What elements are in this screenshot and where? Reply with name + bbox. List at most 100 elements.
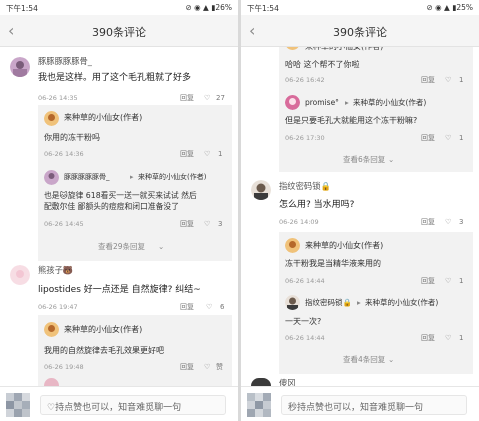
- reply-button[interactable]: 回复: [180, 303, 194, 311]
- reply-button[interactable]: 回复: [180, 150, 194, 158]
- like-count: 3: [218, 220, 223, 228]
- reply-time: 06-26 16:42: [285, 76, 325, 84]
- chevron-down-icon[interactable]: ⌄: [158, 242, 164, 251]
- comment-input-bar: 秒持点赞也可以，知音难觅聊一句: [241, 386, 479, 421]
- reply-text: 你用的冻干粉吗: [44, 133, 100, 142]
- reply-to-name[interactable]: 来种草的小仙女(作者): [353, 98, 426, 107]
- reply-text: 我用的自然旋律去毛孔效果更好吧: [44, 346, 164, 355]
- reply-author[interactable]: 来种草的小仙女(作者): [305, 241, 383, 251]
- reply-text: 配敷尔佳 鄙额头的痘痘和闭口准备没了: [44, 202, 180, 211]
- avatar[interactable]: [285, 238, 300, 253]
- avatar[interactable]: [285, 295, 300, 310]
- like-icon[interactable]: ♡: [204, 363, 210, 371]
- like-icon[interactable]: ♡: [206, 303, 212, 311]
- reply-button[interactable]: 回复: [421, 134, 435, 142]
- status-icons: ⊘ ◉ ▲ ▮26%: [185, 3, 232, 12]
- reply-author[interactable]: 指纹密码锁🔒: [305, 298, 352, 307]
- reply-button[interactable]: 回复: [180, 94, 194, 102]
- page-title: 390条评论: [333, 26, 387, 39]
- like-count: 1: [459, 334, 464, 342]
- status-time: 下午1:54: [6, 4, 38, 13]
- reply-time: 06-26 14:36: [44, 150, 84, 158]
- comment-time: 06-26 14:09: [279, 218, 319, 226]
- like-count: 1: [459, 76, 464, 84]
- page-title: 390条评论: [92, 26, 146, 39]
- right-comment-screen: 来种草的小仙女(作者) 哈哈 这个帮不了你啦 06-26 16:42 回复 ♡ …: [241, 0, 479, 421]
- reply-time: 06-26 19:48: [44, 363, 84, 371]
- like-icon[interactable]: ♡: [445, 76, 451, 84]
- reply-button[interactable]: 回复: [180, 220, 194, 228]
- comment-text: 怎么用? 当水用吗?: [279, 200, 355, 210]
- like-icon[interactable]: ♡: [445, 277, 451, 285]
- like-icon[interactable]: ♡: [204, 94, 210, 102]
- like-icon[interactable]: ♡: [445, 134, 451, 142]
- split-screenshot: 下午1:54 ⊘ ◉ ▲ ▮26% ‹ 390条评论 豚豚豚豚豚骨_ 我也是这样…: [0, 0, 479, 421]
- comment-text: lipostides 好一点还是 自然旋律? 纠结~: [38, 285, 201, 295]
- comment-time: 06-26 19:47: [38, 303, 78, 311]
- reply-to-name[interactable]: 来种草的小仙女(作者): [138, 173, 206, 181]
- avatar[interactable]: [251, 378, 271, 386]
- status-icons: ⊘ ◉ ▲ ▮25%: [426, 3, 473, 12]
- reply-text: 冻干粉我是当精华液来用的: [285, 259, 381, 268]
- chevron-down-icon[interactable]: ⌄: [388, 355, 394, 364]
- commenter-name[interactable]: 豚豚豚豚豚骨_: [38, 56, 92, 67]
- reply-author[interactable]: 豚豚豚豚豚骨_: [64, 173, 110, 181]
- reply-to-name[interactable]: 来种草的小仙女(作者): [365, 298, 438, 307]
- comment-time: 06-26 14:35: [38, 94, 78, 102]
- avatar[interactable]: [6, 393, 32, 417]
- avatar[interactable]: [10, 265, 30, 285]
- status-bar: 下午1:54 ⊘ ◉ ▲ ▮26%: [0, 0, 238, 15]
- like-icon[interactable]: ♡: [204, 150, 210, 158]
- avatar[interactable]: [44, 170, 59, 185]
- commenter-name[interactable]: 熊孩子🐻: [38, 265, 73, 276]
- reply-button[interactable]: 回复: [421, 218, 435, 226]
- comment-text: 我也是这样。用了这个毛孔粗就了好多: [38, 73, 192, 83]
- reply-button[interactable]: 回复: [421, 277, 435, 285]
- comment-input[interactable]: 秒持点赞也可以，知音难觅聊一句: [281, 395, 467, 415]
- title-bar: ‹ 390条评论: [241, 15, 479, 47]
- reply-text: 但是只要毛孔大就能用这个冻干粉嘛?: [285, 116, 418, 125]
- reply-text: 也是🐱旋律 618看买一送一就买来试试 然后: [44, 191, 197, 200]
- reply-time: 06-26 17:30: [285, 134, 325, 142]
- avatar[interactable]: [44, 322, 59, 337]
- reply-author[interactable]: 来种草的小仙女(作者): [64, 325, 142, 335]
- view-more-replies-link[interactable]: 查看4条回复: [343, 355, 385, 364]
- replies-box: [38, 105, 232, 261]
- like-count: 1: [218, 150, 223, 158]
- like-icon[interactable]: ♡: [204, 220, 210, 228]
- like-count: 6: [220, 303, 225, 311]
- comment-input-placeholder: ♡持点赞也可以，知音难觅聊一句: [47, 403, 182, 413]
- avatar[interactable]: [247, 393, 273, 417]
- reply-author[interactable]: 来种草的小仙女(作者): [64, 113, 142, 123]
- chevron-down-icon[interactable]: ⌄: [388, 155, 394, 164]
- reply-time: 06-26 14:45: [44, 220, 84, 228]
- avatar[interactable]: [251, 180, 271, 200]
- like-icon[interactable]: ♡: [445, 218, 451, 226]
- avatar[interactable]: [44, 111, 59, 126]
- reply-button[interactable]: 回复: [421, 76, 435, 84]
- like-icon[interactable]: ♡: [445, 334, 451, 342]
- reply-text: 哈哈 这个帮不了你啦: [285, 60, 360, 69]
- like-count: 3: [459, 218, 464, 226]
- reply-author[interactable]: promise°: [305, 98, 339, 107]
- left-comment-screen: 下午1:54 ⊘ ◉ ▲ ▮26% ‹ 390条评论 豚豚豚豚豚骨_ 我也是这样…: [0, 0, 238, 421]
- avatar[interactable]: [10, 57, 30, 77]
- commenter-name[interactable]: 指纹密码锁🔒: [279, 181, 331, 192]
- avatar[interactable]: [285, 95, 300, 110]
- reply-arrow-icon: ▸: [345, 98, 349, 107]
- view-more-replies-link[interactable]: 查看29条回复: [98, 242, 145, 251]
- comment-input-bar: ♡持点赞也可以，知音难觅聊一句: [0, 386, 238, 421]
- title-bar: ‹ 390条评论: [0, 15, 238, 47]
- reply-arrow-icon: ▸: [130, 173, 134, 181]
- like-count: 1: [459, 134, 464, 142]
- like-count: 赞: [216, 363, 223, 371]
- view-more-replies-link[interactable]: 查看6条回复: [343, 155, 385, 164]
- reply-time: 06-26 14:44: [285, 334, 325, 342]
- reply-button[interactable]: 回复: [180, 363, 194, 371]
- avatar[interactable]: [44, 378, 59, 386]
- reply-button[interactable]: 回复: [421, 334, 435, 342]
- comment-input[interactable]: ♡持点赞也可以，知音难觅聊一句: [40, 395, 226, 415]
- like-count: 1: [459, 277, 464, 285]
- reply-arrow-icon: ▸: [357, 298, 361, 307]
- status-bar: 下午1:54 ⊘ ◉ ▲ ▮25%: [241, 0, 479, 15]
